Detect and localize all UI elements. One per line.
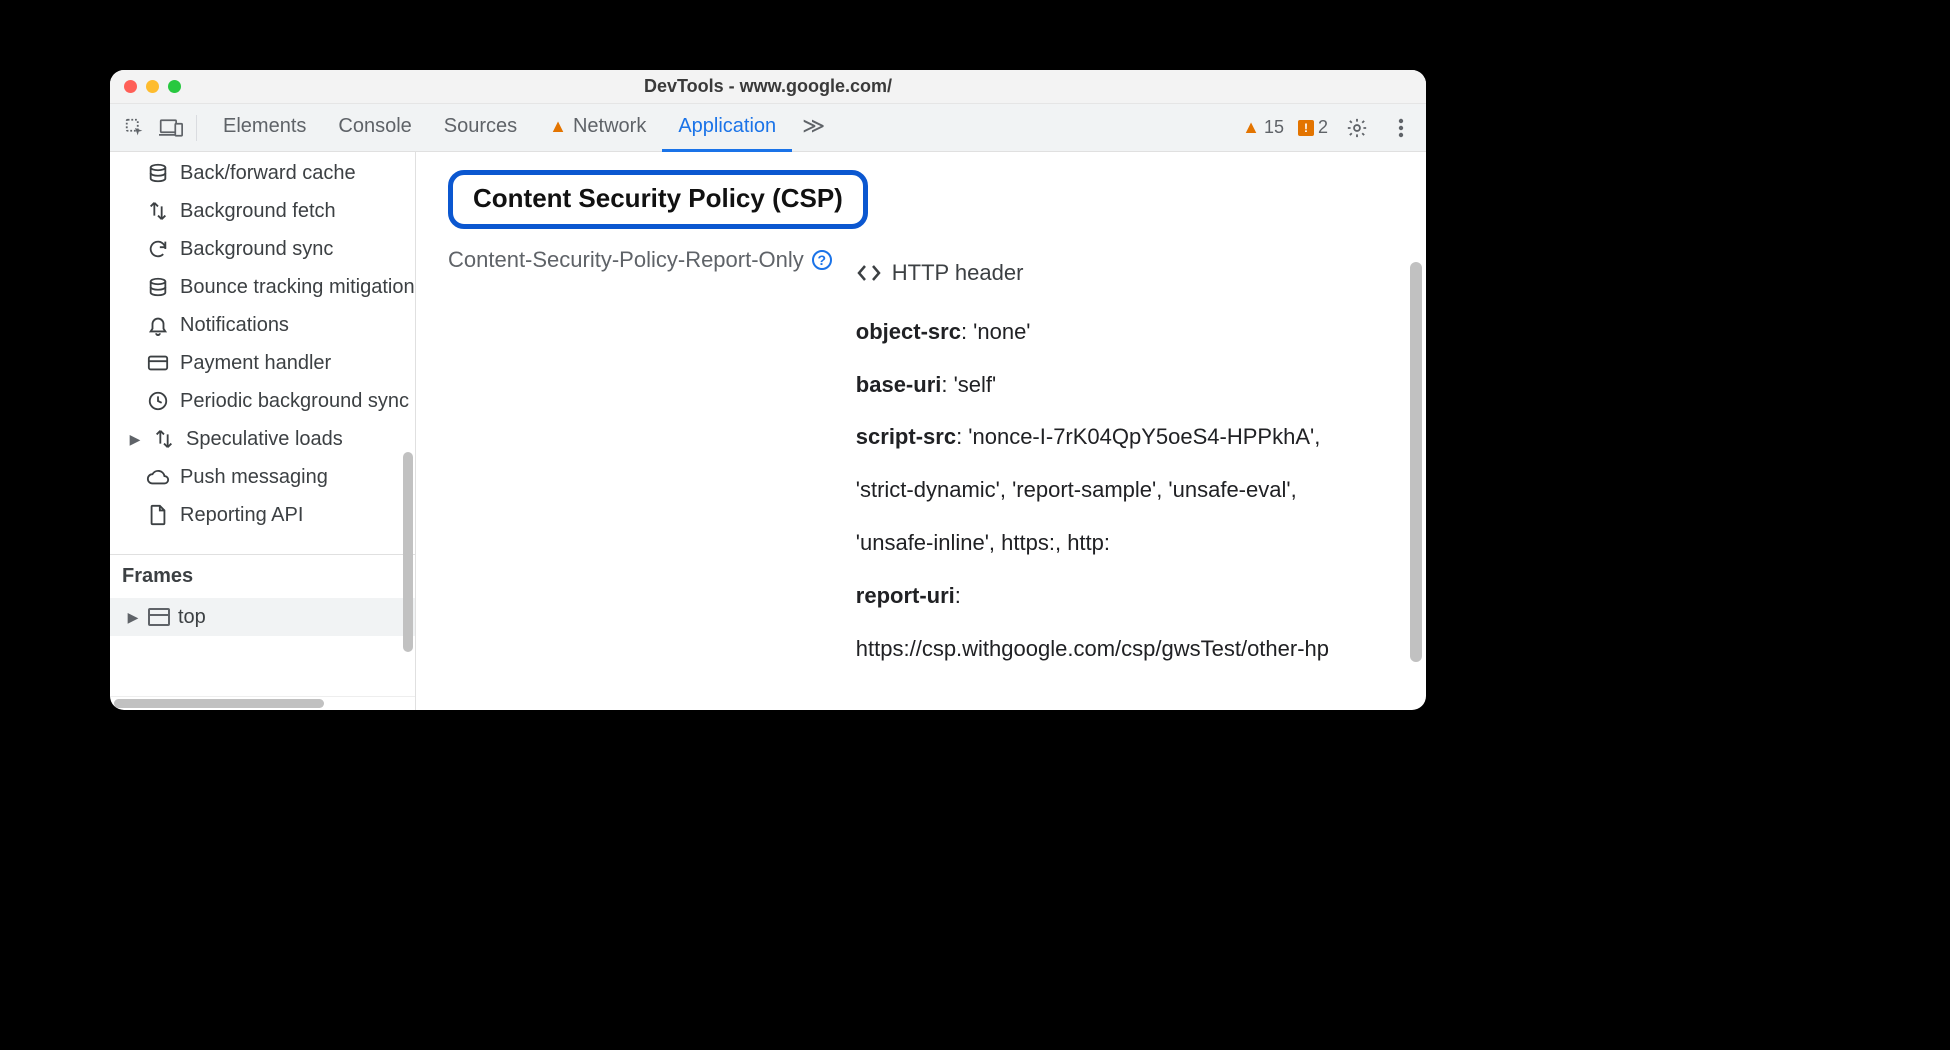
toolbar-separator	[196, 115, 197, 141]
chevron-double-right-icon: ≫	[802, 113, 825, 139]
application-sidebar: Back/forward cache Background fetch Back…	[110, 152, 416, 710]
devtools-window: DevTools - www.google.com/ Elements Cons…	[110, 70, 1426, 710]
code-brackets-icon	[856, 263, 882, 283]
csp-directive: report-uri:	[856, 570, 1329, 623]
database-icon	[146, 275, 170, 299]
cloud-icon	[146, 465, 170, 489]
kebab-menu-icon[interactable]	[1386, 113, 1416, 143]
help-icon[interactable]: ?	[812, 250, 832, 270]
scrollbar-thumb[interactable]	[114, 699, 324, 708]
csp-panel: Content Security Policy (CSP) Content-Se…	[416, 152, 1426, 710]
sidebar-item-label: Reporting API	[180, 504, 303, 527]
inspect-element-icon[interactable]	[120, 113, 150, 143]
more-tabs-button[interactable]: ≫	[792, 104, 835, 152]
tab-network[interactable]: ▲ Network	[533, 104, 662, 152]
sidebar-item-label: Background sync	[180, 238, 333, 261]
csp-directive: script-src: 'nonce-I-7rK04QpY5oeS4-HPPkh…	[856, 411, 1329, 464]
sidebar-item-payment-handler[interactable]: Payment handler	[110, 344, 415, 382]
updown-icon	[146, 199, 170, 223]
csp-directive-cont: 'unsafe-inline', https:, http:	[856, 517, 1329, 570]
csp-directive-cont: https://csp.withgoogle.com/csp/gwsTest/o…	[856, 623, 1329, 676]
tab-console[interactable]: Console	[322, 104, 427, 152]
clock-icon	[146, 389, 170, 413]
updown-icon	[152, 427, 176, 451]
sidebar-item-label: Background fetch	[180, 200, 336, 223]
titlebar: DevTools - www.google.com/	[110, 70, 1426, 104]
sidebar-item-speculative-loads[interactable]: ▶ Speculative loads	[110, 420, 415, 458]
sidebar-item-label: Payment handler	[180, 352, 331, 375]
database-icon	[146, 161, 170, 185]
sidebar-item-label: Bounce tracking mitigation	[180, 276, 415, 299]
tab-label: Sources	[444, 115, 517, 138]
csp-header-name-cell: Content-Security-Policy-Report-Only ?	[448, 247, 832, 273]
device-toolbar-icon[interactable]	[156, 113, 186, 143]
sidebar-item-reporting-api[interactable]: Reporting API	[110, 496, 415, 534]
issues-count: 15	[1264, 117, 1284, 138]
tab-label: Network	[573, 115, 646, 138]
file-icon	[146, 503, 170, 527]
sync-icon	[146, 237, 170, 261]
expand-arrow-icon: ▶	[128, 431, 142, 448]
sidebar-item-bounce-tracking[interactable]: Bounce tracking mitigation	[110, 268, 415, 306]
tab-label: Elements	[223, 115, 306, 138]
bell-icon	[146, 313, 170, 337]
frame-label: top	[178, 606, 206, 629]
frame-top[interactable]: ▶ top	[110, 598, 415, 636]
toolbar-right: ▲ 15 ! 2	[1242, 113, 1416, 143]
sidebar-item-background-sync[interactable]: Background sync	[110, 230, 415, 268]
card-icon	[146, 351, 170, 375]
sidebar-item-periodic-background-sync[interactable]: Periodic background sync	[110, 382, 415, 420]
sidebar-item-back-forward-cache[interactable]: Back/forward cache	[110, 154, 415, 192]
sidebar-item-label: Push messaging	[180, 466, 328, 489]
panel-body: Back/forward cache Background fetch Back…	[110, 152, 1426, 710]
sidebar-vertical-scrollbar[interactable]	[403, 452, 413, 652]
tab-sources[interactable]: Sources	[428, 104, 533, 152]
panel-tabs: Elements Console Sources ▲ Network Appli…	[207, 104, 835, 152]
sidebar-horizontal-scrollbar[interactable]	[110, 696, 415, 710]
tab-label: Application	[678, 115, 776, 138]
sidebar-item-label: Speculative loads	[186, 428, 343, 451]
sidebar-item-label: Notifications	[180, 314, 289, 337]
messages-badge[interactable]: ! 2	[1298, 117, 1328, 138]
csp-header-name: Content-Security-Policy-Report-Only	[448, 247, 804, 273]
warning-triangle-icon: ▲	[549, 116, 567, 137]
issues-badge[interactable]: ▲ 15	[1242, 117, 1284, 138]
sidebar-item-notifications[interactable]: Notifications	[110, 306, 415, 344]
sidebar-list: Back/forward cache Background fetch Back…	[110, 152, 415, 534]
csp-value-cell: HTTP header object-src: 'none' base-uri:…	[856, 247, 1329, 675]
csp-header-row: Content-Security-Policy-Report-Only ? HT…	[448, 247, 1396, 675]
window-title: DevTools - www.google.com/	[110, 76, 1426, 97]
csp-directive-cont: 'strict-dynamic', 'report-sample', 'unsa…	[856, 464, 1329, 517]
csp-directive: object-src: 'none'	[856, 306, 1329, 359]
main-vertical-scrollbar[interactable]	[1410, 262, 1422, 662]
csp-source-row: HTTP header	[856, 247, 1329, 300]
sidebar-item-label: Back/forward cache	[180, 162, 356, 185]
sidebar-item-background-fetch[interactable]: Background fetch	[110, 192, 415, 230]
tab-label: Console	[338, 115, 411, 138]
expand-arrow-icon: ▶	[126, 609, 140, 626]
warning-triangle-icon: ▲	[1242, 117, 1260, 138]
csp-source-label: HTTP header	[892, 247, 1024, 300]
messages-count: 2	[1318, 117, 1328, 138]
settings-gear-icon[interactable]	[1342, 113, 1372, 143]
frames-section-header: Frames	[110, 554, 415, 598]
sidebar-item-label: Periodic background sync	[180, 390, 409, 413]
sidebar-item-push-messaging[interactable]: Push messaging	[110, 458, 415, 496]
csp-section-title: Content Security Policy (CSP)	[473, 183, 843, 214]
window-icon	[148, 608, 170, 626]
devtools-toolbar: Elements Console Sources ▲ Network Appli…	[110, 104, 1426, 152]
csp-directive: base-uri: 'self'	[856, 359, 1329, 412]
tab-elements[interactable]: Elements	[207, 104, 322, 152]
warning-square-icon: !	[1298, 120, 1314, 136]
tab-application[interactable]: Application	[662, 104, 792, 152]
csp-title-highlight: Content Security Policy (CSP)	[448, 170, 868, 229]
